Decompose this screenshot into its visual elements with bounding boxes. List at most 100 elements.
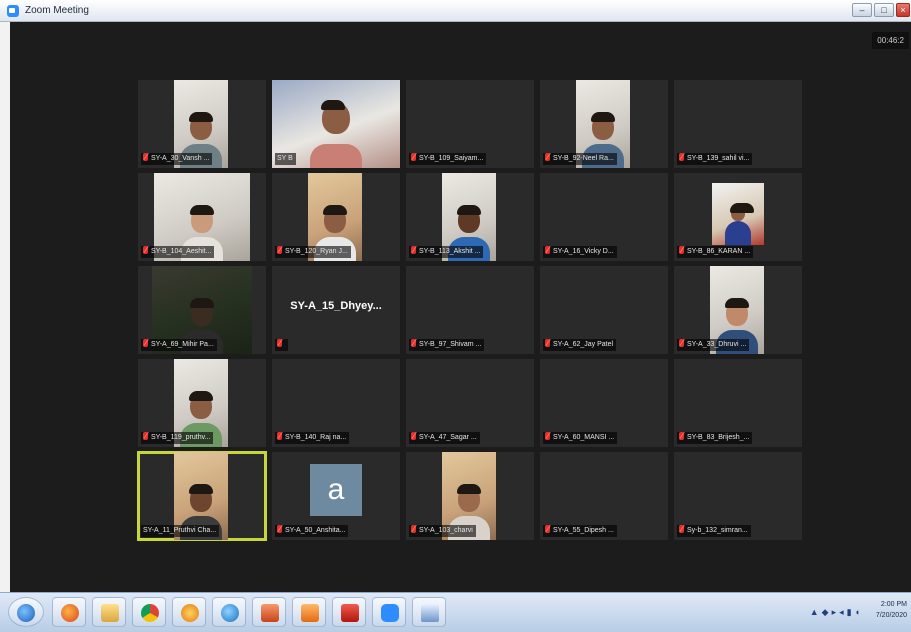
windows-taskbar: ▲◆▸◂▮◖ 2:00 PM 7/20/2020 xyxy=(0,592,911,632)
window-titlebar: Zoom Meeting – □ × xyxy=(0,0,911,22)
zoom-app-icon xyxy=(7,5,19,17)
mic-muted-icon xyxy=(679,339,684,347)
media-player-icon xyxy=(181,604,199,622)
meeting-stage: 00:46:2 SY-A_30_Vansh ... SY B SY-B_109_… xyxy=(10,22,911,592)
firefox-icon xyxy=(61,604,79,622)
participant-name-label: SY-A_103_charvi xyxy=(409,525,476,537)
participant-tile[interactable]: SY-B_140_Raj na... xyxy=(272,359,400,447)
participant-tile[interactable]: SY-A_16_Vicky D... xyxy=(540,173,668,261)
participant-display-name: SY-A_15_Dhyey... xyxy=(290,300,382,312)
window-taskbar-button[interactable] xyxy=(412,597,446,627)
participant-name-label: SY B xyxy=(275,153,296,165)
participant-tile[interactable]: SY-B_119_pruthv... xyxy=(138,359,266,447)
powerpoint-taskbar-button[interactable] xyxy=(252,597,286,627)
system-clock[interactable]: 2:00 PM 7/20/2020 xyxy=(876,599,907,621)
mic-muted-icon xyxy=(277,525,282,533)
participant-tile[interactable]: SY-A_103_charvi xyxy=(406,452,534,540)
acrobat-taskbar-button[interactable] xyxy=(332,597,366,627)
internet-explorer-taskbar-button[interactable] xyxy=(212,597,246,627)
participant-name-label: SY-A_47_Sagar ... xyxy=(409,432,480,444)
mic-muted-icon xyxy=(277,246,282,254)
participant-tile[interactable]: SY-A_33_Dhruvi ... xyxy=(674,266,802,354)
participant-tile[interactable]: SY-B_86_KARAN ... xyxy=(674,173,802,261)
start-button[interactable] xyxy=(8,597,44,627)
internet-explorer-icon xyxy=(221,604,239,622)
media-player-taskbar-button[interactable] xyxy=(172,597,206,627)
zoom-taskbar-button[interactable] xyxy=(372,597,406,627)
chrome-icon xyxy=(141,604,159,622)
mic-muted-icon xyxy=(545,153,550,161)
system-tray-icons[interactable]: ▲◆▸◂▮◖ xyxy=(810,607,863,618)
participant-name-label: SY-B_104_Aeshit... xyxy=(141,246,215,258)
window-icon xyxy=(421,604,439,622)
mic-muted-icon xyxy=(545,246,550,254)
mic-muted-icon xyxy=(143,339,148,347)
participant-tile[interactable]: SY-A_15_Dhyey... xyxy=(272,266,400,354)
participant-avatar: a xyxy=(310,464,362,516)
participant-name-label: SY-B_92-Neel Ra... xyxy=(543,153,617,165)
participant-figure xyxy=(723,201,754,245)
participant-name-label: Sy-b_132_simran... xyxy=(677,525,751,537)
minimize-button[interactable]: – xyxy=(852,3,872,17)
participant-name-label: SY-A_69_Mihir Pa... xyxy=(141,339,217,351)
participant-tile[interactable]: SY-B_139_sahil vi... xyxy=(674,80,802,168)
participant-name-label xyxy=(275,339,288,351)
participant-tile[interactable]: SY-B_113_Akshit ... xyxy=(406,173,534,261)
participant-tile[interactable]: SY-B_104_Aeshit... xyxy=(138,173,266,261)
participant-name-label: SY-A_30_Vansh ... xyxy=(141,153,213,165)
firefox-taskbar-button[interactable] xyxy=(52,597,86,627)
app-taskbar-button[interactable] xyxy=(292,597,326,627)
chrome-taskbar-button[interactable] xyxy=(132,597,166,627)
participant-name-label: SY-A_33_Dhruvi ... xyxy=(677,339,750,351)
mic-muted-icon xyxy=(411,153,416,161)
participant-tile[interactable]: SY-A_30_Vansh ... xyxy=(138,80,266,168)
participant-name-label: SY-A_50_Anshita... xyxy=(275,525,349,537)
mic-muted-icon xyxy=(277,432,282,440)
participant-tile[interactable]: SY-A_55_Dipesh ... xyxy=(540,452,668,540)
gallery-grid: SY-A_30_Vansh ... SY B SY-B_109_Saiyam..… xyxy=(137,80,802,541)
participant-name-label: SY-A_11_Pruthvi Cha... xyxy=(141,525,220,537)
participant-name-label: SY-A_55_Dipesh ... xyxy=(543,525,617,537)
maximize-button[interactable]: □ xyxy=(874,3,894,17)
participant-tile[interactable]: SY-A_47_Sagar ... xyxy=(406,359,534,447)
meeting-timer: 00:46:2 xyxy=(872,32,909,49)
participant-name-label: SY-B_86_KARAN ... xyxy=(677,246,754,258)
participant-tile[interactable]: SY-B_120_Ryan J... xyxy=(272,173,400,261)
clock-date: 7/20/2020 xyxy=(875,612,907,619)
participant-name-label: SY-B_120_Ryan J... xyxy=(275,246,351,258)
participant-tile[interactable]: SY-A_60_MANSI ... xyxy=(540,359,668,447)
participant-name-label: SY-A_16_Vicky D... xyxy=(543,246,617,258)
participant-tile[interactable]: SY-B_109_Saiyam... xyxy=(406,80,534,168)
participant-tile[interactable]: SY-A_69_Mihir Pa... xyxy=(138,266,266,354)
participant-name-label: SY-B_83_Brijesh_... xyxy=(677,432,753,444)
participant-tile[interactable]: SY-B_83_Brijesh_... xyxy=(674,359,802,447)
mic-muted-icon xyxy=(679,432,684,440)
windows-logo-icon xyxy=(17,604,35,622)
mic-muted-icon xyxy=(411,246,416,254)
participant-tile[interactable]: SY-B_97_Shivam ... xyxy=(406,266,534,354)
close-button[interactable]: × xyxy=(896,3,910,17)
participant-tile[interactable]: SY-B_92-Neel Ra... xyxy=(540,80,668,168)
zoom-icon xyxy=(381,604,399,622)
participant-tile-active-speaker[interactable]: SY-A_11_Pruthvi Cha... xyxy=(137,451,267,541)
participant-name-label: SY-B_119_pruthv... xyxy=(141,432,214,444)
participant-tile[interactable]: a SY-A_50_Anshita... xyxy=(272,452,400,540)
participant-name-label: SY-B_139_sahil vi... xyxy=(677,153,753,165)
participant-video xyxy=(712,183,764,245)
mic-muted-icon xyxy=(411,525,416,533)
app-icon xyxy=(301,604,319,622)
participant-tile[interactable]: SY B xyxy=(272,80,400,168)
mic-muted-icon xyxy=(143,432,148,440)
participant-name-label: SY-B_140_Raj na... xyxy=(275,432,350,444)
mic-muted-icon xyxy=(545,432,550,440)
mic-muted-icon xyxy=(143,153,148,161)
participant-figure xyxy=(308,98,364,168)
mic-muted-icon xyxy=(277,339,282,347)
file-explorer-taskbar-button[interactable] xyxy=(92,597,126,627)
participant-name-label: SY-B_109_Saiyam... xyxy=(409,153,487,165)
mic-muted-icon xyxy=(679,153,684,161)
participant-tile[interactable]: SY-A_62_Jay Patel xyxy=(540,266,668,354)
participant-tile[interactable]: Sy-b_132_simran... xyxy=(674,452,802,540)
pdf-icon xyxy=(341,604,359,622)
mic-muted-icon xyxy=(545,525,550,533)
